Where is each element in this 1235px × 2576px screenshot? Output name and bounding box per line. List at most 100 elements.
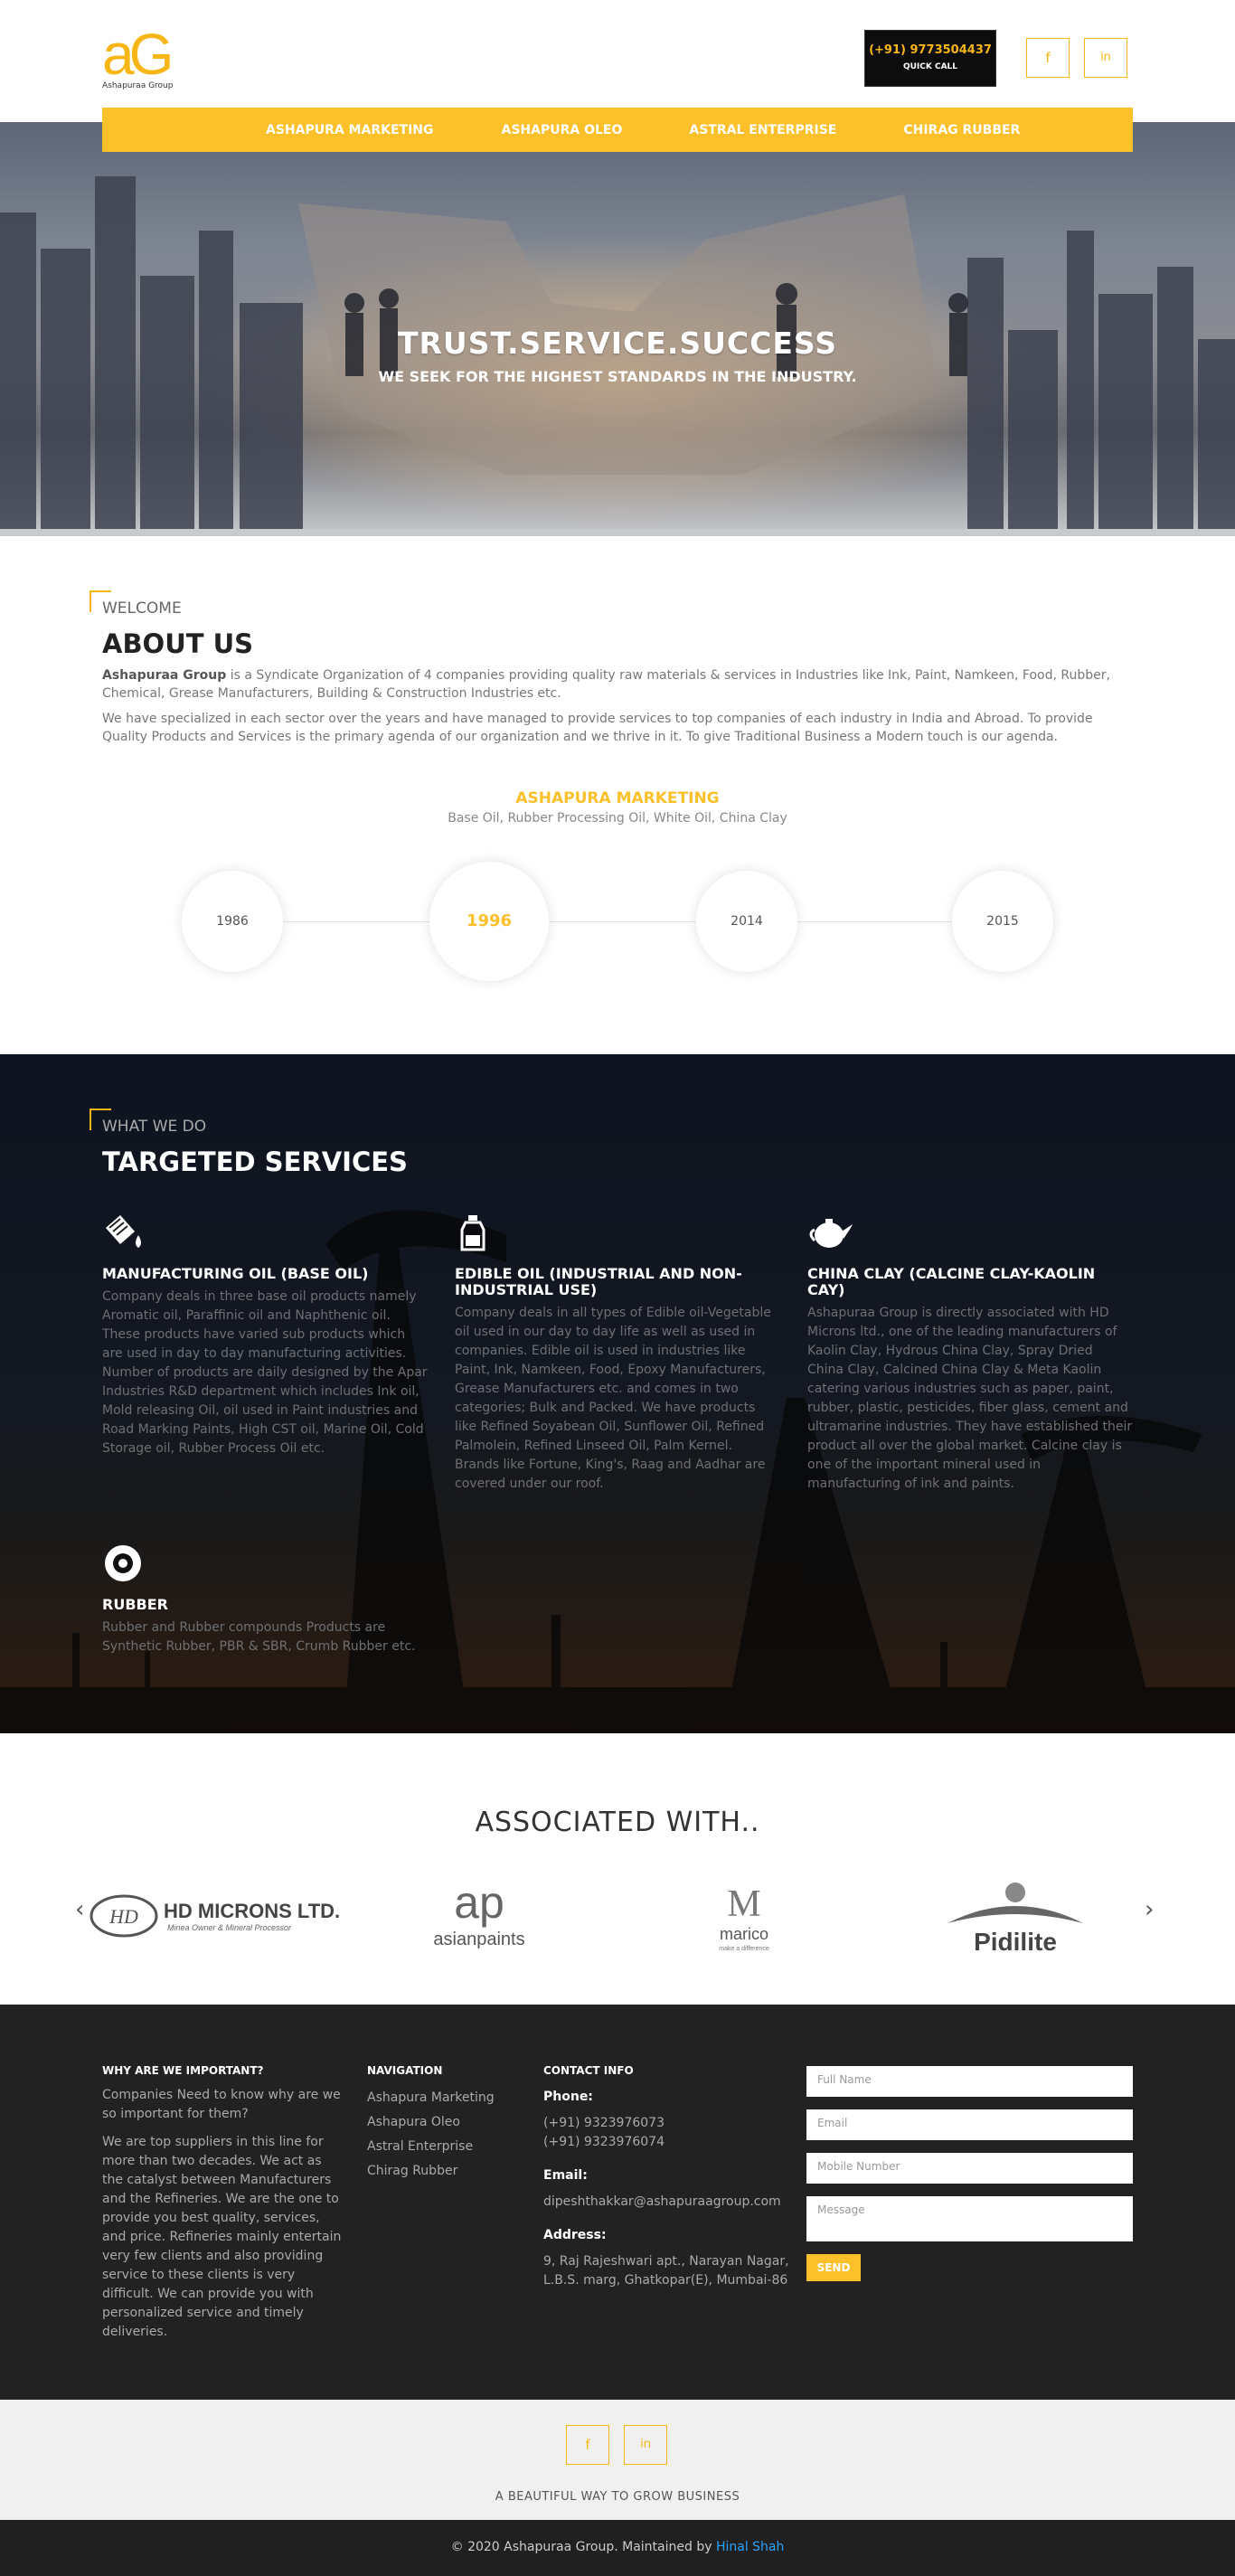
nav-item-chirag-rubber[interactable]: CHIRAG RUBBER (903, 123, 1020, 137)
phone-number: (+91) 9773504437 (869, 43, 992, 57)
partner-logo-carousel: ‹ HD HD MICRONS LTD. Minea Owner & Mineral… (75, 1871, 1154, 1970)
author-link[interactable]: Hinal Shah (716, 2540, 784, 2554)
marico-logo[interactable]: Mmarico make a difference (690, 1871, 798, 1961)
hero-subtitle: WE SEEK FOR THE HIGHEST STANDARDS IN THE… (378, 368, 857, 385)
service-title: EDIBLE OIL (INDUSTRIAL AND NON-INDUSTRIA… (455, 1265, 742, 1298)
logo-mark: aG (102, 22, 174, 87)
footer-nav-column: NAVIGATION Ashapura Marketing Ashapura O… (367, 2064, 521, 2184)
carousel-prev-icon[interactable]: ‹ (75, 1896, 84, 1923)
footer-why-title: WHY ARE WE IMPORTANT? (102, 2064, 264, 2077)
contact-form: Full Name Email Mobile Number Message SE… (806, 2066, 1133, 2281)
about-brand-name: Ashapuraa Group (102, 668, 227, 683)
mobile-number-field[interactable]: Mobile Number (806, 2153, 1133, 2184)
footer-link-astral-enterprise[interactable]: Astral Enterprise (367, 2135, 521, 2159)
service-title: CHINA CLAY (CALCINE CLAY-KAOLIN CAY) (807, 1265, 1096, 1298)
asianpaints-logo[interactable]: ap asianpaints (416, 1871, 542, 1961)
linkedin-icon[interactable]: in (1084, 38, 1127, 78)
nav-item-astral-enterprise[interactable]: ASTRAL ENTERPRISE (689, 123, 836, 137)
facebook-icon[interactable]: f (1026, 38, 1070, 78)
service-text: Company deals in all types of Edible oil… (455, 1306, 771, 1491)
footer-why-lead: Companies Need to know why are we so imp… (102, 2088, 341, 2121)
about-paragraph-2: We have specialized in each sector over … (102, 712, 1093, 744)
site-footer: WHY ARE WE IMPORTANT? Companies Need to … (0, 2005, 1235, 2400)
quick-call-button[interactable]: (+91) 9773504437 QUICK CALL (864, 30, 996, 87)
hd-badge: HD (108, 1905, 138, 1928)
nav-item-ashapura-marketing[interactable]: ASHAPURA MARKETING (266, 123, 434, 137)
tyre-icon (102, 1543, 144, 1584)
service-manufacturing-oil: MANUFACTURING OIL (BASE OIL) Company dea… (102, 1212, 428, 1458)
marico-badge: M (727, 1883, 760, 1925)
footer-link-ashapura-marketing[interactable]: Ashapura Marketing (367, 2086, 521, 2110)
pidilite-name: Pidilite (974, 1928, 1057, 1956)
about-title: ABOUT US (102, 628, 254, 659)
service-text: Ashapuraa Group is directly associated w… (807, 1306, 1133, 1491)
oil-drop-icon (102, 1212, 144, 1253)
about-kicker: WELCOME (90, 590, 1133, 618)
facebook-icon[interactable]: f (566, 2425, 609, 2465)
timeline-year[interactable]: 2014 (696, 871, 797, 972)
service-title: RUBBER (102, 1596, 168, 1613)
about-paragraph-1: Ashapuraa Group is a Syndicate Organizat… (102, 666, 1133, 703)
copyright-bar: © 2020 Ashapuraa Group. Maintained by Hi… (0, 2520, 1235, 2576)
hd-microns-tagline: Minea Owner & Mineral Processor (167, 1923, 292, 1932)
services-kicker: WHAT WE DO (90, 1109, 1133, 1136)
nav-item-ashapura-oleo[interactable]: ASHAPURA OLEO (502, 123, 623, 137)
timeline-subtitle: Base Oil, Rubber Processing Oil, White O… (448, 811, 787, 826)
footer-address: 9, Raj Rajeshwari apt., Narayan Nagar, L… (543, 2254, 789, 2288)
associated-section: ASSOCIATED WITH.. ‹ HD HD MICRONS LTD. Min… (0, 1733, 1235, 2005)
timeline: 1986 1996 2014 2015 (102, 858, 1133, 985)
full-name-field[interactable]: Full Name (806, 2066, 1133, 2097)
asianpaints-badge: ap (454, 1877, 504, 1928)
timeline-title: ASHAPURA MARKETING (515, 789, 720, 807)
timeline-line (193, 921, 1042, 922)
quick-call-label: QUICK CALL (902, 62, 958, 71)
teapot-icon (807, 1212, 853, 1253)
footer-email[interactable]: dipeshthakkar@ashapuraagroup.com (543, 2193, 806, 2212)
hero-title: TRUST.SERVICE.SUCCESS (398, 326, 837, 361)
associated-title: ASSOCIATED WITH.. (475, 1807, 760, 1838)
footer-why-column: WHY ARE WE IMPORTANT? Companies Need to … (102, 2064, 342, 2342)
footer-link-ashapura-oleo[interactable]: Ashapura Oleo (367, 2110, 521, 2135)
timeline-year[interactable]: 2015 (952, 871, 1053, 972)
service-text: Company deals in three base oil products… (102, 1289, 428, 1456)
about-section: WELCOME ABOUT US Ashapuraa Group is a Sy… (0, 536, 1235, 1053)
logo-caption: Ashapuraa Group (102, 81, 174, 90)
oil-bottle-icon (455, 1212, 496, 1253)
footer-nav-title: NAVIGATION (367, 2064, 443, 2077)
hd-microns-name: HD MICRONS LTD. (164, 1900, 340, 1922)
footer-phone[interactable]: (+91) 9323976073 (543, 2114, 806, 2133)
main-nav: ASHAPURA MARKETING ASHAPURA OLEO ASTRAL … (102, 108, 1133, 152)
send-button[interactable]: SEND (806, 2254, 861, 2281)
timeline-year[interactable]: 1986 (182, 871, 283, 972)
footer-contact-column: CONTACT INFO Phone: (+91) 9323976073 (+9… (543, 2064, 806, 2290)
marico-tagline: make a difference (719, 1946, 769, 1952)
footer-why-text: We are top suppliers in this line for mo… (102, 2135, 342, 2339)
pidilite-logo[interactable]: Pidilite (938, 1871, 1092, 1961)
service-title: MANUFACTURING OIL (BASE OIL) (102, 1265, 369, 1282)
site-logo[interactable]: aG Ashapuraa Group (102, 25, 211, 98)
footer-link-chirag-rubber[interactable]: Chirag Rubber (367, 2159, 521, 2184)
service-rubber: RUBBER Rubber and Rubber compounds Produ… (102, 1543, 428, 1656)
linkedin-icon[interactable]: in (624, 2425, 667, 2465)
service-edible-oil: EDIBLE OIL (INDUSTRIAL AND NON-INDUSTRIA… (455, 1212, 780, 1494)
carousel-next-icon[interactable]: › (1145, 1896, 1154, 1923)
copyright-text: © 2020 Ashapuraa Group. Maintained by (450, 2540, 716, 2554)
footer-bottom: f in A BEAUTIFUL WAY TO GROW BUSINESS (0, 2400, 1235, 2520)
timeline-year-active[interactable]: 1996 (429, 862, 549, 981)
footer-contact-title: CONTACT INFO (543, 2064, 634, 2077)
service-text: Rubber and Rubber compounds Products are… (102, 1620, 416, 1654)
site-header: aG Ashapuraa Group (+91) 9773504437 QUIC… (0, 0, 1235, 152)
asianpaints-name: asianpaints (433, 1930, 524, 1949)
message-field[interactable]: Message (806, 2196, 1133, 2241)
about-paragraph-1-text: is a Syndicate Organization of 4 compani… (102, 668, 1110, 701)
email-field[interactable]: Email (806, 2109, 1133, 2140)
phone-label: Phone: (543, 2090, 593, 2104)
address-label: Address: (543, 2228, 607, 2242)
service-china-clay: CHINA CLAY (CALCINE CLAY-KAOLIN CAY) Ash… (807, 1212, 1133, 1494)
email-label: Email: (543, 2168, 588, 2183)
footer-phone[interactable]: (+91) 9323976074 (543, 2133, 806, 2152)
hd-microns-logo[interactable]: HD HD MICRONS LTD. Minea Owner & Mineral P… (90, 1871, 361, 1961)
footer-tagline: A BEAUTIFUL WAY TO GROW BUSINESS (495, 2490, 740, 2504)
services-title: TARGETED SERVICES (102, 1146, 408, 1177)
services-section: WHAT WE DO TARGETED SERVICES MANUFACTURI… (0, 1054, 1235, 1733)
